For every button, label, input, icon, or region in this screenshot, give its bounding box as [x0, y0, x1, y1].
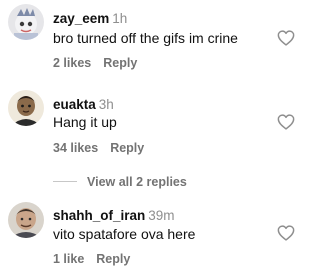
avatar-image: [8, 4, 44, 40]
reply-button[interactable]: Reply: [96, 252, 130, 266]
reply-button[interactable]: Reply: [110, 141, 144, 155]
comment-text: vito spatafore ova here: [53, 226, 196, 242]
comment-text: bro turned off the gifs im crine: [53, 30, 238, 46]
comment-meta: 1 like Reply: [53, 252, 130, 267]
likes-count[interactable]: 2 likes: [53, 56, 91, 70]
comment-header: euakta 3h: [53, 97, 114, 113]
avatar[interactable]: [8, 4, 44, 40]
view-replies-button[interactable]: View all 2 replies: [53, 174, 187, 189]
view-replies-label[interactable]: View all 2 replies: [87, 175, 187, 189]
avatar-image: [8, 90, 44, 126]
replies-divider-line: [53, 181, 77, 182]
heart-outline-icon[interactable]: [277, 225, 295, 241]
avatar-image: [8, 202, 44, 238]
avatar[interactable]: [8, 202, 44, 238]
avatar[interactable]: [8, 90, 44, 126]
username[interactable]: shahh_of_iran: [53, 208, 145, 223]
heart-outline-icon[interactable]: [277, 30, 295, 46]
timestamp: 3h: [98, 97, 114, 112]
comment-meta: 2 likes Reply: [53, 56, 137, 71]
comment-text: Hang it up: [53, 114, 117, 130]
heart-outline-icon[interactable]: [277, 114, 295, 130]
likes-count[interactable]: 34 likes: [53, 141, 98, 155]
likes-count[interactable]: 1 like: [53, 252, 84, 266]
timestamp: 1h: [112, 11, 128, 26]
username[interactable]: zay_eem: [53, 11, 109, 26]
reply-button[interactable]: Reply: [103, 56, 137, 70]
username[interactable]: euakta: [53, 97, 96, 112]
timestamp: 39m: [148, 208, 175, 223]
comment-header: zay_eem 1h: [53, 11, 127, 27]
comment-meta: 34 likes Reply: [53, 141, 144, 156]
comment-header: shahh_of_iran 39m: [53, 208, 175, 224]
